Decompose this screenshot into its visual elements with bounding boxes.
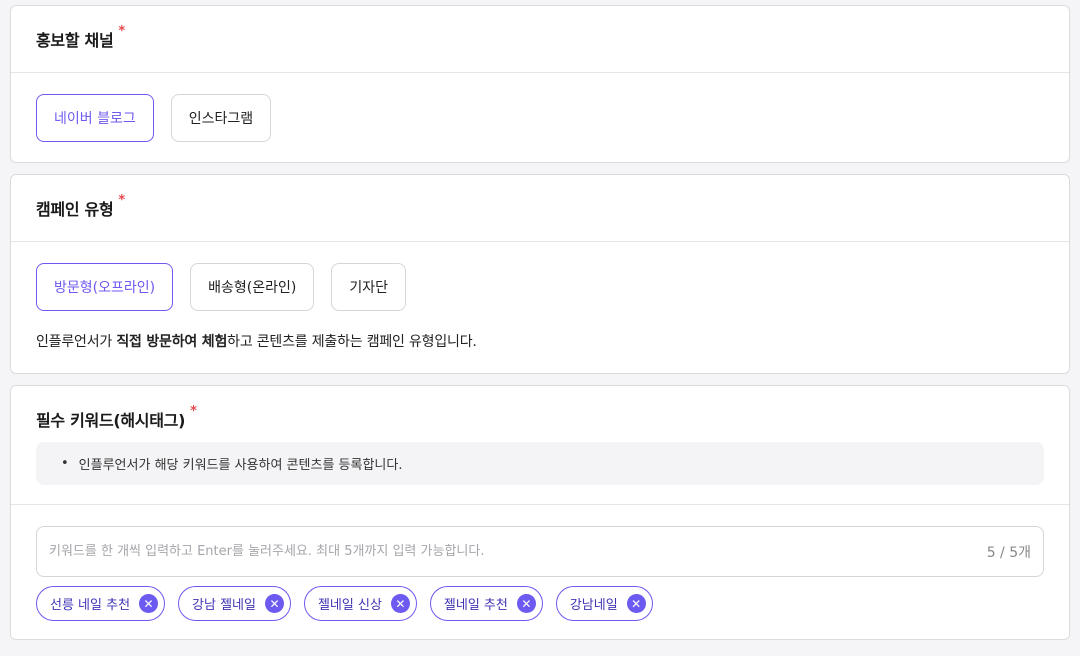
channel-option-naver-blog[interactable]: 네이버 블로그 (36, 94, 154, 142)
campaign-option-reporter[interactable]: 기자단 (331, 263, 406, 311)
keyword-tags: 선릉 네일 추천 ✕ 강남 젤네일 ✕ 젤네일 신상 ✕ 젤네일 추천 ✕ 강남… (36, 586, 1044, 621)
campaign-option-visit[interactable]: 방문형(오프라인) (36, 263, 174, 311)
keywords-hint: • 인플루언서가 해당 키워드를 사용하여 콘텐츠를 등록합니다. (36, 442, 1044, 485)
description-text: 하고 콘텐츠를 제출하는 캠페인 유형입니다. (227, 334, 477, 350)
keywords-title-row: 필수 키워드(해시태그) * (36, 403, 1044, 432)
campaign-type-options: 방문형(오프라인) 배송형(온라인) 기자단 (36, 263, 1044, 311)
channel-options: 네이버 블로그 인스타그램 (36, 94, 1044, 142)
campaign-type-section: 캠페인 유형 * 방문형(오프라인) 배송형(온라인) 기자단 인플루언서가 직… (10, 174, 1070, 374)
keyword-input[interactable] (49, 544, 987, 559)
remove-tag-icon[interactable]: ✕ (139, 594, 159, 613)
required-mark: * (190, 403, 197, 419)
keyword-tag-label: 젤네일 추천 (443, 598, 508, 613)
keyword-tag: 선릉 네일 추천 ✕ (36, 586, 166, 621)
keyword-tag-label: 강남 젤네일 (192, 598, 256, 613)
campaign-option-delivery[interactable]: 배송형(온라인) (190, 263, 315, 311)
keyword-tag: 젤네일 추천 ✕ (429, 586, 543, 621)
keywords-header: 필수 키워드(해시태그) * • 인플루언서가 해당 키워드를 사용하여 콘텐츠… (11, 386, 1069, 505)
channel-section-header: 홍보할 채널 * (11, 6, 1069, 73)
keyword-tag: 강남네일 ✕ (555, 586, 653, 621)
channel-option-instagram[interactable]: 인스타그램 (170, 94, 272, 142)
bullet-icon: • (61, 456, 69, 471)
description-text: 인플루언서가 (36, 334, 117, 350)
keyword-count: 5 / 5개 (986, 544, 1031, 561)
keywords-title: 필수 키워드(해시태그) (36, 411, 186, 430)
remove-tag-icon[interactable]: ✕ (390, 594, 410, 613)
remove-tag-icon[interactable]: ✕ (516, 594, 536, 613)
description-emphasis: 직접 방문하여 체험 (116, 334, 228, 350)
keyword-tag: 젤네일 신상 ✕ (303, 586, 417, 621)
keywords-section: 필수 키워드(해시태그) * • 인플루언서가 해당 키워드를 사용하여 콘텐츠… (10, 385, 1070, 640)
required-mark: * (118, 23, 126, 39)
campaign-type-description: 인플루언서가 직접 방문하여 체험하고 콘텐츠를 제출하는 캠페인 유형입니다. (36, 331, 1044, 351)
keyword-input-box: 5 / 5개 (36, 526, 1044, 577)
remove-tag-icon[interactable]: ✕ (626, 594, 646, 613)
remove-tag-icon[interactable]: ✕ (264, 594, 284, 613)
campaign-type-header: 캠페인 유형 * (11, 175, 1069, 242)
keyword-tag-label: 젤네일 신상 (317, 598, 382, 613)
channel-section: 홍보할 채널 * 네이버 블로그 인스타그램 (10, 5, 1070, 163)
required-mark: * (118, 192, 126, 208)
campaign-type-body: 방문형(오프라인) 배송형(온라인) 기자단 인플루언서가 직접 방문하여 체험… (11, 242, 1069, 351)
campaign-type-title: 캠페인 유형 (36, 200, 114, 219)
channel-section-body: 네이버 블로그 인스타그램 (11, 73, 1069, 142)
campaign-form: 홍보할 채널 * 네이버 블로그 인스타그램 캠페인 유형 * 방문형(오프라인… (0, 0, 1080, 656)
keyword-tag-label: 선릉 네일 추천 (50, 598, 131, 613)
keyword-tag: 강남 젤네일 ✕ (178, 586, 291, 621)
keywords-body: 5 / 5개 선릉 네일 추천 ✕ 강남 젤네일 ✕ 젤네일 신상 ✕ 젤네일 … (11, 505, 1069, 621)
keyword-tag-label: 강남네일 (569, 598, 618, 613)
keywords-hint-text: 인플루언서가 해당 키워드를 사용하여 콘텐츠를 등록합니다. (78, 458, 403, 473)
channel-title: 홍보할 채널 (36, 31, 114, 50)
